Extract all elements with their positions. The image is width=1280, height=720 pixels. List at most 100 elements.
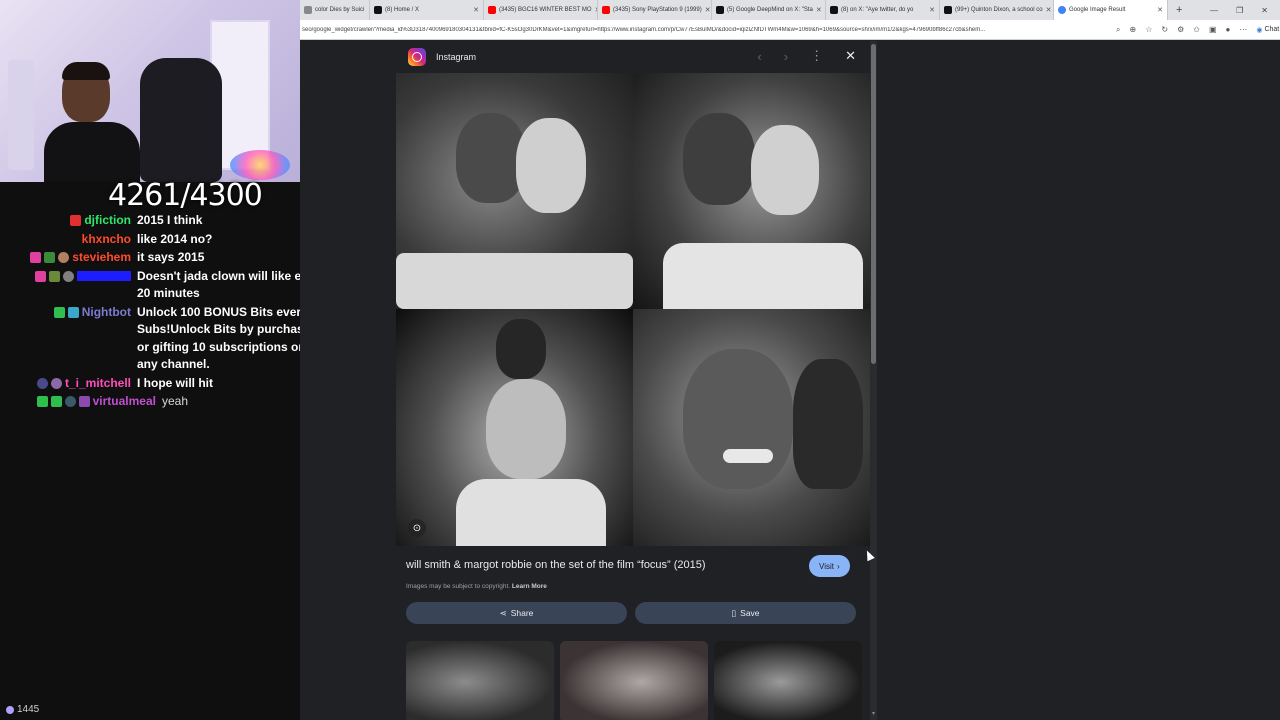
chat-message: khxncho like 2014 no? (0, 231, 340, 249)
collections-icon[interactable]: ▣ (1209, 25, 1217, 34)
browser-tab[interactable]: (8) Home / X ✕ (370, 0, 484, 20)
close-window-icon[interactable]: ✕ (1261, 6, 1268, 15)
browser-tab-active[interactable]: Google Image Result ✕ (1054, 0, 1168, 20)
badge-icon (36, 377, 48, 389)
visit-button[interactable]: Visit › (809, 555, 850, 577)
chat-message: Doesn't jada clown will like every 20 mi… (0, 268, 340, 303)
tab-close-icon[interactable]: ✕ (473, 6, 479, 14)
share-button[interactable]: ⋖ Share (406, 602, 627, 624)
image-title[interactable]: will smith & margot robbie on the set of… (406, 559, 706, 571)
chat-text: I hope will hit (137, 375, 213, 390)
action-buttons: ⋖ Share ▯ Save (406, 602, 856, 624)
tiktok-icon (944, 6, 952, 14)
browser-tab[interactable]: color Dies by Suici (300, 0, 370, 20)
face-shape (486, 379, 566, 479)
fabric-shape (456, 479, 606, 546)
face-shape (516, 118, 586, 213)
badge-icon (67, 306, 79, 318)
chat-message: t_i_mitchell I hope will hit (0, 375, 340, 393)
badge-icon (78, 396, 90, 407)
instagram-icon (408, 48, 426, 66)
browser-tab[interactable]: (5) Google DeepMind on X: "Sta ✕ (712, 0, 826, 20)
chevron-right-icon: › (836, 561, 840, 571)
viewer-count: 1445 (6, 704, 39, 715)
profile-icon[interactable]: ● (1226, 25, 1231, 34)
related-images (406, 641, 862, 720)
streamer-body (44, 122, 140, 182)
face-shape (496, 319, 546, 379)
search-icon[interactable]: ⌕ (1116, 25, 1120, 35)
chat-username: djfiction (84, 213, 131, 227)
url-field[interactable]: seo/google_widget/crawler/?mediа_id%3D31… (300, 27, 1110, 33)
chat-overlay: djfiction 2015 I think khxncho like 2014… (0, 212, 340, 412)
new-tab-button[interactable]: + (1168, 4, 1190, 16)
address-bar-icons: ⌕ ⊕ ☆ ↻ ⚙ ✩ ▣ ● ⋯ ◉ Chat (1110, 25, 1279, 35)
photo-panel (396, 73, 633, 309)
favorites-icon[interactable]: ✩ (1193, 25, 1200, 34)
badge-icon (50, 396, 62, 407)
related-image[interactable] (560, 641, 708, 720)
bookmark-icon: ▯ (731, 607, 737, 618)
google-icon (1058, 6, 1066, 14)
chat-username: steviehem (72, 250, 131, 264)
screen: 4261/4300 djfiction 2015 I think khxncho… (0, 0, 1280, 720)
photo-panel (633, 73, 870, 309)
badge-icon (53, 306, 65, 318)
tab-close-icon[interactable]: ✕ (705, 6, 711, 14)
main-image[interactable] (396, 73, 870, 546)
chat-text: 2015 I think (137, 213, 203, 227)
browser-tab[interactable]: (8) on X: "Aye twitter, do yo ✕ (826, 0, 940, 20)
save-button[interactable]: ▯ Save (635, 602, 856, 624)
photo-panel (633, 309, 870, 546)
face-shape (751, 125, 819, 215)
next-icon[interactable]: › (784, 49, 788, 64)
chat-button[interactable]: ◉ Chat (1256, 26, 1279, 34)
minimize-icon[interactable]: — (1210, 6, 1218, 15)
chat-username: virtualmeal (92, 394, 156, 408)
fabric-shape (663, 243, 863, 309)
badge-icon (50, 377, 62, 389)
previous-icon[interactable]: ‹ (757, 49, 761, 64)
chat-text: Unlock 100 BONUS Bits every 10 Subs!Unlo… (137, 304, 325, 372)
tab-close-icon[interactable]: ✕ (1157, 6, 1163, 14)
google-lens-icon[interactable]: ⊙ (408, 519, 426, 537)
chat-message: steviehem it says 2015 (0, 249, 340, 267)
more-options-icon[interactable]: ⋮ (810, 48, 823, 64)
menu-icon[interactable]: ⋯ (1239, 25, 1247, 34)
webcam-light (230, 150, 290, 180)
learn-more-link[interactable]: Learn More (512, 583, 547, 590)
related-image[interactable] (406, 641, 554, 720)
tab-close-icon[interactable]: ✕ (929, 6, 935, 14)
browser-tab[interactable]: (3435) BGC16 WINTER BEST MO✕ (484, 0, 598, 20)
scroll-down-icon[interactable]: ▾ (870, 710, 877, 717)
maximize-icon[interactable]: ❐ (1236, 6, 1243, 15)
source-name[interactable]: Instagram (436, 52, 476, 62)
tab-close-icon[interactable]: ✕ (816, 6, 822, 14)
smile-shape (723, 449, 773, 463)
face-shape (683, 113, 755, 205)
mask-shape (793, 359, 863, 489)
copyright-notice: Images may be subject to copyright. Lear… (406, 583, 547, 590)
badge-icon (63, 270, 74, 282)
related-image[interactable] (714, 641, 862, 720)
browser-tab[interactable]: (3435) Sony PlayStation 9 (1999) ✕ (598, 0, 712, 20)
x-logo-icon (374, 6, 382, 14)
extensions-icon[interactable]: ⚙ (1177, 25, 1184, 34)
star-icon[interactable]: ☆ (1145, 25, 1152, 34)
viewers-icon (6, 705, 14, 714)
viewer-header: Instagram ‹ › ⋮ ✕ (396, 41, 870, 73)
tab-bar: color Dies by Suici (8) Home / X ✕ (3435)… (300, 0, 1280, 20)
scrollbar-thumb[interactable] (871, 44, 876, 364)
zoom-icon[interactable]: ⊕ (1129, 25, 1136, 34)
fabric-shape (396, 253, 633, 309)
chat-text: it says 2015 (137, 250, 205, 264)
badge-icon (30, 252, 42, 263)
close-icon[interactable]: ✕ (845, 48, 856, 64)
copilot-icon: ◉ (1256, 26, 1263, 34)
badge-icon (64, 396, 76, 407)
tab-close-icon[interactable]: ✕ (1046, 6, 1052, 14)
refresh-icon[interactable]: ↻ (1161, 25, 1168, 34)
chat-username: Nightbot (81, 304, 131, 319)
viewer-controls: ‹ › ⋮ ✕ (757, 48, 856, 64)
browser-tab[interactable]: (99+) Quinton Dixon, a school co ✕ (940, 0, 1054, 20)
